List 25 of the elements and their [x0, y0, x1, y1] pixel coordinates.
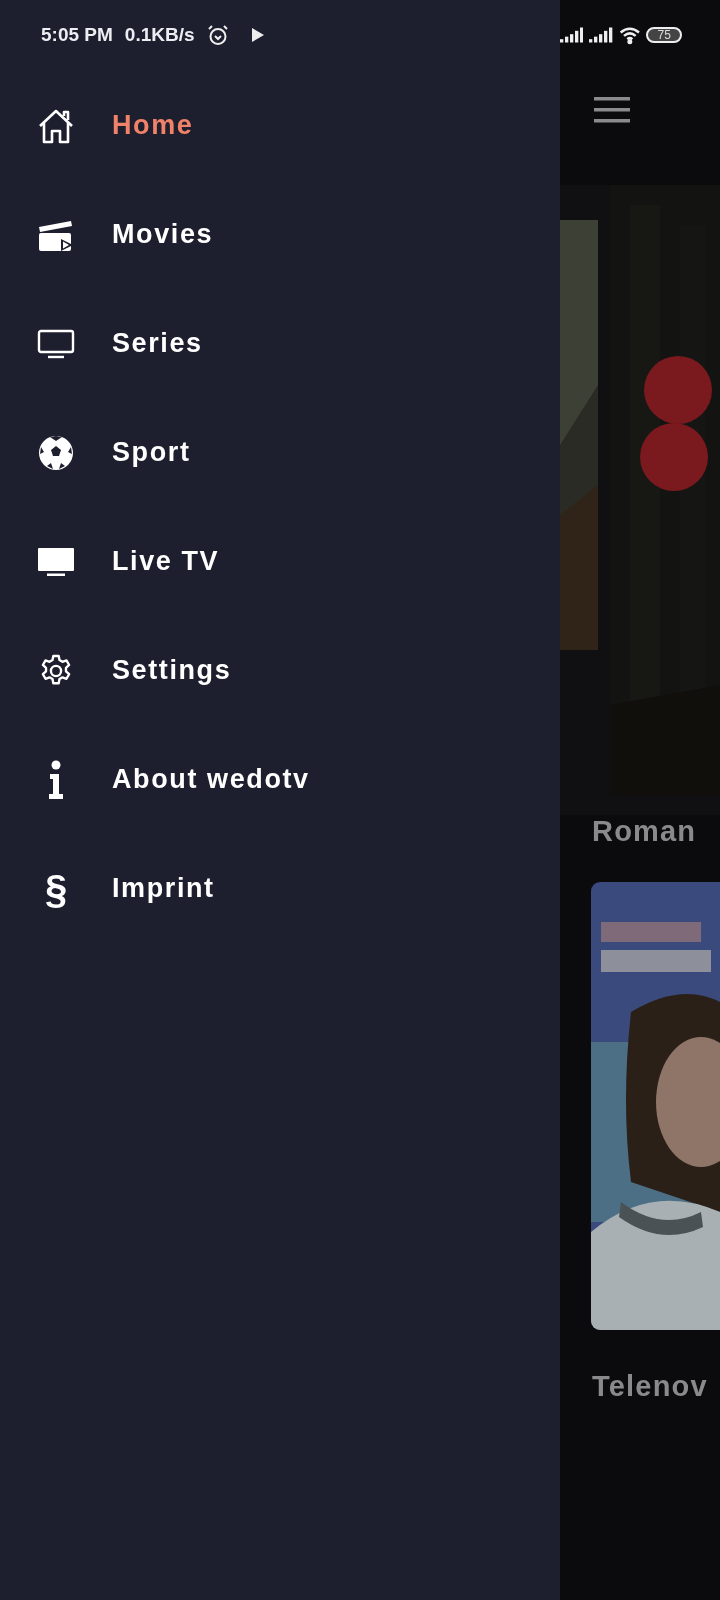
- section-title: Telenov: [591, 1370, 709, 1403]
- home-icon: [37, 107, 75, 144]
- signal-icon: [589, 26, 613, 44]
- soccer-ball-icon: [38, 434, 74, 471]
- menu-icon[interactable]: [594, 97, 630, 123]
- drawer-item[interactable]: Movies: [112, 219, 214, 250]
- monitor-icon: [37, 328, 75, 359]
- tv-icon: [37, 546, 75, 577]
- section-sign-icon: §: [44, 868, 68, 909]
- drawer-item[interactable]: About wedotv: [112, 764, 310, 795]
- drawer-item[interactable]: Settings: [112, 655, 232, 686]
- section-title: Roman: [591, 815, 698, 848]
- play-icon: [250, 27, 265, 43]
- signal-icon: [560, 26, 584, 44]
- drawer-item[interactable]: Home: [112, 110, 194, 141]
- drawer-item[interactable]: Live TV: [112, 546, 220, 577]
- drawer-item[interactable]: Imprint: [112, 873, 215, 904]
- drawer-item[interactable]: Series: [112, 328, 203, 359]
- drawer-item[interactable]: Sport: [112, 437, 191, 468]
- wifi-icon: [618, 25, 641, 45]
- info-icon: [47, 759, 65, 800]
- clock-time: 5:05 PM: [41, 24, 113, 46]
- alarm-clock-icon: [206, 24, 229, 46]
- battery-indicator: 75: [646, 27, 682, 43]
- network-speed: 0.1KB/s: [124, 24, 195, 46]
